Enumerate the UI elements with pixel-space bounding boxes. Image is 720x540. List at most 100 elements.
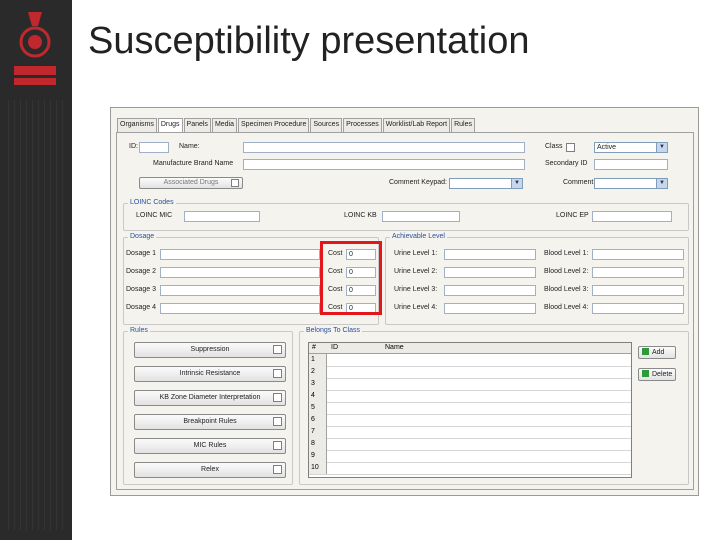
tab-specimen-procedure[interactable]: Specimen Procedure — [238, 118, 310, 132]
blood-level-3-label: Blood Level 3: — [544, 286, 589, 293]
blood-level-4-field[interactable] — [592, 303, 684, 314]
comment-keypad-label: Comment Keypad: — [389, 179, 447, 186]
id-label: ID: — [129, 143, 138, 150]
dosage-3-field[interactable] — [160, 285, 320, 296]
urine-level-3-label: Urine Level 3: — [394, 286, 438, 293]
dosage-2-field[interactable] — [160, 267, 320, 278]
delete-label: Delete — [652, 371, 673, 378]
breakpoint-rules-button[interactable]: Breakpoint Rules — [134, 414, 286, 430]
id-field[interactable] — [139, 142, 169, 153]
loinc-kb-label: LOINC KB — [344, 212, 377, 219]
achievable-level-group: Achievable Level Urine Level 1: Blood Le… — [385, 233, 689, 325]
row-number: 7 — [309, 426, 327, 438]
associated-drugs-checkbox[interactable] — [231, 179, 239, 187]
achievable-level-title: Achievable Level — [390, 233, 447, 240]
add-icon — [642, 348, 649, 355]
tab-processes[interactable]: Processes — [343, 118, 382, 132]
dosage-1-label: Dosage 1 — [126, 250, 156, 257]
blood-level-2-field[interactable] — [592, 267, 684, 278]
tab-organisms[interactable]: Organisms — [117, 118, 157, 132]
urine-level-1-field[interactable] — [444, 249, 536, 260]
suppression-button[interactable]: Suppression — [134, 342, 286, 358]
chevron-down-icon: ▼ — [656, 143, 667, 152]
secondary-id-field[interactable] — [594, 159, 668, 170]
row-number: 4 — [309, 390, 327, 402]
col-name-header: Name — [385, 344, 404, 351]
mic-rules-button[interactable]: MIC Rules — [134, 438, 286, 454]
urine-level-3-field[interactable] — [444, 285, 536, 296]
dosage-1-field[interactable] — [160, 249, 320, 260]
secondary-id-label: Secondary ID — [545, 160, 588, 167]
rules-group: Rules Suppression Intrinsic Resistance K… — [123, 327, 293, 485]
belongs-to-class-title: Belongs To Class — [304, 327, 362, 334]
cost-highlight-box — [320, 241, 382, 315]
col-id-header: ID — [331, 344, 338, 351]
slide-title: Susceptibility presentation — [88, 20, 530, 62]
breakpoint-rules-checkbox[interactable] — [273, 417, 282, 426]
row-number: 3 — [309, 378, 327, 390]
tab-sources[interactable]: Sources — [310, 118, 343, 132]
loinc-codes-group: LOINC Codes LOINC MIC LOINC KB LOINC EP — [123, 199, 689, 231]
dosage-3-label: Dosage 3 — [126, 286, 156, 293]
intrinsic-resistance-label: Intrinsic Resistance — [179, 370, 241, 377]
comment-label: Comment: — [563, 179, 596, 186]
tab-worklist-lab-report[interactable]: Worklist/Lab Report — [382, 118, 451, 132]
blood-level-1-field[interactable] — [592, 249, 684, 260]
relex-label: Relex — [201, 466, 219, 473]
rules-title: Rules — [128, 327, 150, 334]
dosage-4-label: Dosage 4 — [126, 304, 156, 311]
tab-drugs[interactable]: Drugs — [157, 118, 183, 133]
chevron-down-icon: ▼ — [656, 179, 667, 188]
kb-zone-interpretation-label: KB Zone Diameter Interpretation — [159, 394, 261, 401]
col-number-header: # — [312, 344, 316, 351]
table-row[interactable]: 10 — [309, 462, 631, 475]
intrinsic-resistance-checkbox[interactable] — [273, 369, 282, 378]
row-number: 2 — [309, 366, 327, 378]
loinc-mic-field[interactable] — [184, 211, 260, 222]
intrinsic-resistance-button[interactable]: Intrinsic Resistance — [134, 366, 286, 382]
suppression-checkbox[interactable] — [273, 345, 282, 354]
delete-class-button[interactable]: Delete — [638, 368, 676, 381]
blood-level-4-label: Blood Level 4: — [544, 304, 589, 311]
drug-setup-window: Organisms Drugs Panels Media Specimen Pr… — [110, 107, 699, 496]
relex-button[interactable]: Relex — [134, 462, 286, 478]
comment-keypad-select[interactable]: ▼ — [449, 178, 523, 189]
blood-level-3-field[interactable] — [592, 285, 684, 296]
tab-rules[interactable]: Rules — [451, 118, 476, 132]
row-number: 1 — [309, 354, 327, 366]
row-number: 10 — [309, 462, 327, 474]
tab-media[interactable]: Media — [211, 118, 238, 132]
urine-level-1-label: Urine Level 1: — [394, 250, 438, 257]
class-label: Class — [545, 143, 563, 150]
urine-level-4-field[interactable] — [444, 303, 536, 314]
associated-drugs-button[interactable]: Associated Drugs — [139, 177, 243, 189]
mic-rules-checkbox[interactable] — [273, 441, 282, 450]
associated-drugs-label: Associated Drugs — [163, 179, 219, 186]
tab-strip: Organisms Drugs Panels Media Specimen Pr… — [117, 118, 476, 133]
suppression-label: Suppression — [190, 346, 230, 353]
add-class-button[interactable]: Add — [638, 346, 676, 359]
status-select[interactable]: Active ▼ — [594, 142, 668, 153]
relex-checkbox[interactable] — [273, 465, 282, 474]
delete-icon — [642, 370, 649, 377]
name-field[interactable] — [243, 142, 525, 153]
mic-rules-label: MIC Rules — [193, 442, 227, 449]
loinc-ep-field[interactable] — [592, 211, 672, 222]
tab-panels[interactable]: Panels — [183, 118, 211, 132]
add-label: Add — [652, 349, 665, 356]
urine-level-2-field[interactable] — [444, 267, 536, 278]
comment-select[interactable]: ▼ — [594, 178, 668, 189]
loinc-kb-field[interactable] — [382, 211, 460, 222]
loinc-mic-label: LOINC MIC — [136, 212, 173, 219]
name-label: Name: — [179, 143, 200, 150]
kb-zone-interpretation-checkbox[interactable] — [273, 393, 282, 402]
slide-sidebar — [0, 0, 72, 540]
class-checkbox[interactable] — [566, 143, 575, 152]
kb-zone-interpretation-button[interactable]: KB Zone Diameter Interpretation — [134, 390, 286, 406]
row-number: 5 — [309, 402, 327, 414]
manufacture-brand-field[interactable] — [243, 159, 525, 170]
class-grid: # ID Name 1 2 3 4 5 6 7 8 9 10 — [308, 342, 632, 478]
row-number: 6 — [309, 414, 327, 426]
row-number: 9 — [309, 450, 327, 462]
dosage-4-field[interactable] — [160, 303, 320, 314]
